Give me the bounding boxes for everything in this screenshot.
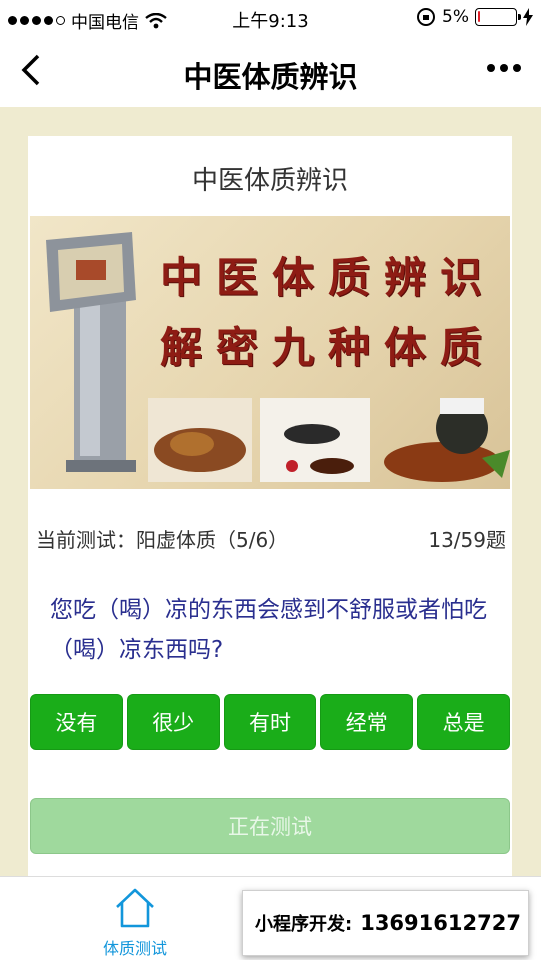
option-button-rarely[interactable]: 很少 (126, 694, 220, 750)
answer-options: 没有 很少 有时 经常 总是 (30, 694, 510, 750)
card-title: 中医体质辨识 (191, 166, 348, 196)
ad-phone-number: 13691612727 (360, 911, 521, 935)
home-icon (116, 888, 154, 928)
option-button-never[interactable]: 没有 (30, 694, 123, 750)
status-bar: 中国电信 上午9:13 5% (0, 0, 541, 36)
testing-status-button: 正在测试 (30, 798, 510, 854)
kiosk-machine-illustration (46, 232, 136, 472)
option-button-always[interactable]: 总是 (417, 694, 510, 750)
current-test-label: 当前测试：阳虚体质（5/6） (36, 528, 289, 552)
rotation-lock-icon (417, 8, 436, 26)
tab-label: 体质测试 (102, 939, 167, 958)
banner-image: 中医体质辨识 解密九种体质 (30, 216, 510, 489)
ad-label: 小程序开发: (255, 914, 353, 935)
option-button-sometimes[interactable]: 有时 (223, 694, 317, 750)
battery-percent: 5% (442, 7, 469, 27)
charging-icon (523, 8, 533, 26)
option-button-often[interactable]: 经常 (320, 694, 414, 750)
more-menu-icon[interactable] (487, 64, 521, 72)
nav-title: 中医体质辨识 (183, 60, 358, 94)
question-text: 您吃（喝）凉的东西会感到不舒服或者怕吃（喝）凉东西吗? (50, 597, 487, 663)
battery-level (478, 11, 480, 22)
herbal-medicine-photos (148, 398, 510, 482)
banner-heading-2: 解密九种体质 (160, 323, 497, 372)
status-right: 5% (416, 7, 533, 27)
progress-row: 当前测试：阳虚体质（5/6） 13/59题 (36, 524, 506, 553)
quiz-card: 中医体质辨识 中医体质辨识 解密九种体质 当前测试：阳虚体质（5/6） 13/5… (28, 136, 512, 876)
question-counter: 13/59题 (428, 528, 506, 552)
banner-heading-1: 中医体质辨识 (160, 253, 497, 302)
tab-constitution-test[interactable]: 体质测试 (90, 887, 180, 959)
battery-icon (475, 8, 521, 26)
developer-ad-banner[interactable]: 小程序开发: 13691612727 (242, 890, 529, 956)
nav-bar: 中医体质辨识 (0, 36, 541, 107)
